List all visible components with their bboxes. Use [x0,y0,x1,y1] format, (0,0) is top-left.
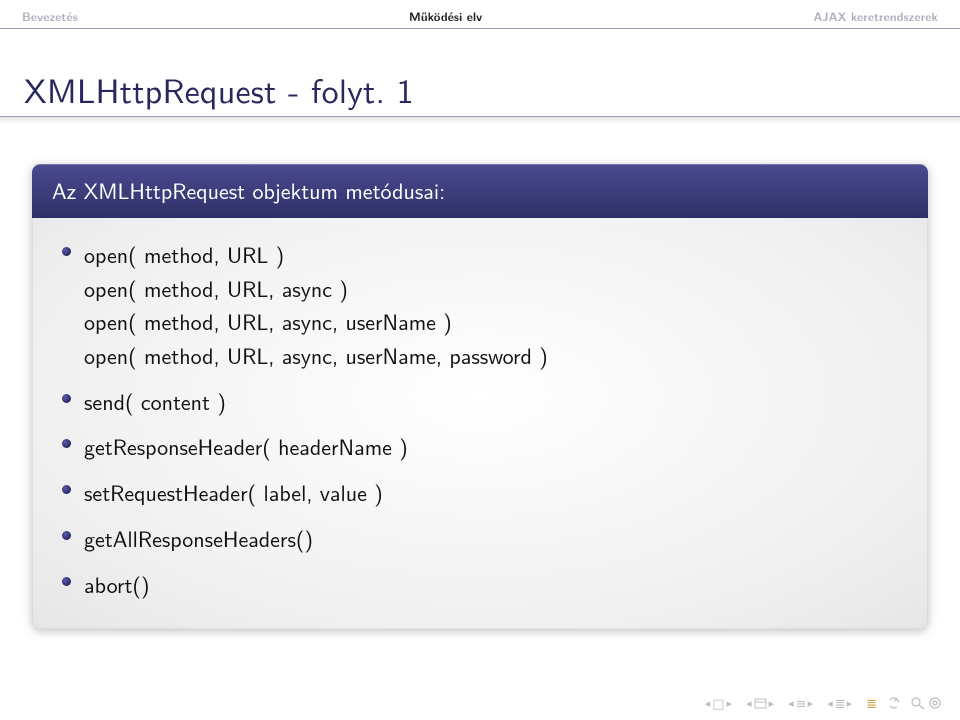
method-line: open( method, URL, async, userName, pass… [84,339,902,373]
page-title: XMLHttpRequest - folyt. 1 [24,64,414,114]
nav-section-center[interactable]: Működési elv [409,7,482,25]
prev-slide-icon[interactable]: ◂ [705,698,711,709]
method-line: open( method, URL ) [84,238,902,272]
prev-frame-icon[interactable]: ◂ [746,698,752,709]
prev-section-icon[interactable]: ◂ [788,698,794,709]
back-search-group [890,696,942,710]
list-item: abort() [58,562,902,608]
next-subsection-icon[interactable]: ▸ [847,698,853,709]
nav-section-left[interactable]: Bevezetés [22,7,78,25]
nav-section-right[interactable]: AJAX keretrendszerek [813,7,938,25]
frame-icon[interactable] [754,698,767,709]
method-line: getResponseHeader( headerName ) [84,430,902,464]
method-list: open( method, URL ) open( method, URL, a… [58,232,902,607]
slide-nav-group: ◂ □ ▸ [705,697,732,710]
list-item: getResponseHeader( headerName ) [58,424,902,470]
list-item: getAllResponseHeaders() [58,516,902,562]
prev-subsection-icon[interactable]: ◂ [827,698,833,709]
beamer-nav: ◂ □ ▸ ◂ ▸ ◂ ≡ ▸ ◂ ≣ ▸ ≣ [705,696,942,710]
method-line: open( method, URL, async, userName ) [84,305,902,339]
subsection-lines-icon[interactable]: ≣ [835,697,845,710]
section-nav: Bevezetés Működési elv AJAX keretrendsze… [0,0,960,28]
section-lines-icon[interactable]: ≡ [796,697,806,710]
method-line: open( method, URL, async ) [84,272,902,306]
target-icon[interactable] [928,696,942,710]
search-icon[interactable] [910,696,926,710]
list-item: send( content ) [58,379,902,425]
frame-nav-group: ◂ ▸ [746,698,774,709]
block-title: Az XMLHttpRequest objektum metódusai: [32,164,928,218]
subsection-nav-group: ◂ ≣ ▸ [827,697,852,710]
method-line: abort() [84,568,902,602]
list-item: setRequestHeader( label, value ) [58,470,902,516]
definition-block: Az XMLHttpRequest objektum metódusai: op… [32,164,928,629]
next-slide-icon[interactable]: ▸ [727,698,733,709]
title-rule [0,116,960,118]
slide-box-icon[interactable]: □ [712,697,724,710]
section-nav-group: ◂ ≡ ▸ [788,697,813,710]
toc-icon[interactable]: ≣ [866,697,876,710]
list-item: open( method, URL ) open( method, URL, a… [58,232,902,379]
nav-underline [0,28,960,29]
method-line: send( content ) [84,385,902,419]
block-body: open( method, URL ) open( method, URL, a… [32,218,928,629]
next-frame-icon[interactable]: ▸ [769,698,775,709]
method-line: getAllResponseHeaders() [84,522,902,556]
undo-icon[interactable] [890,697,908,709]
method-line: setRequestHeader( label, value ) [84,476,902,510]
next-section-icon[interactable]: ▸ [808,698,814,709]
